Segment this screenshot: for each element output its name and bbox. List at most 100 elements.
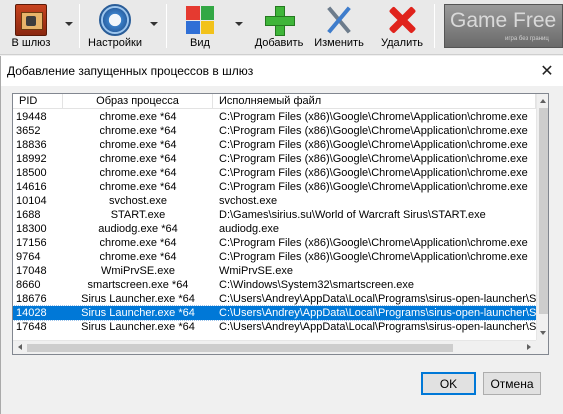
banner-subtitle: игра без границ	[505, 36, 549, 42]
cell-path: svchost.exe	[219, 195, 278, 207]
add-button[interactable]: Добавить	[253, 0, 305, 55]
cell-image: chrome.exe *64	[99, 181, 177, 193]
horizontal-scrollbar[interactable]	[13, 340, 536, 354]
table-row[interactable]: 18300 audiodg.exe *64 audiodg.exe	[13, 222, 536, 236]
cell-pid: 18300	[16, 223, 47, 235]
cell-pid: 9764	[16, 251, 41, 263]
edit-button[interactable]: Изменить	[312, 0, 366, 55]
cell-path: audiodg.exe	[219, 223, 279, 235]
settings-button-label: Настройки	[88, 37, 142, 49]
add-button-label: Добавить	[254, 37, 304, 49]
table-row[interactable]: 9764 chrome.exe *64 C:\Program Files (x86)…	[13, 250, 536, 264]
cell-image: START.exe	[110, 209, 166, 221]
delete-x-icon	[386, 4, 418, 36]
process-list[interactable]: PID Образ процесса Исполняемый файл 1944…	[12, 93, 549, 355]
scrollbar-corner	[536, 340, 548, 354]
horizontal-scroll-thumb[interactable]	[27, 344, 453, 352]
cell-pid: 19448	[16, 111, 47, 123]
cell-pid: 18836	[16, 139, 47, 151]
cell-image: Sirus Launcher.exe *64	[81, 307, 195, 319]
settings-gear-icon	[99, 4, 131, 36]
table-row[interactable]: 17648 Sirus Launcher.exe *64 C:\Users\Andr…	[13, 320, 536, 334]
cell-path: D:\Games\sirius.su\World of Warcraft Sir…	[219, 209, 486, 221]
dialog-title: Добавление запущенных процессов в шлюз	[7, 64, 254, 78]
cell-image: chrome.exe *64	[99, 237, 177, 249]
cell-image: chrome.exe *64	[99, 139, 177, 151]
column-header-pid[interactable]: PID	[13, 94, 63, 109]
cell-pid: 18500	[16, 167, 47, 179]
vertical-scroll-thumb[interactable]	[539, 108, 548, 314]
close-icon[interactable]: ✕	[534, 59, 560, 83]
cell-path: C:\Users\Andrey\AppData\Local\Programs\s…	[219, 293, 536, 305]
cell-image: audiodg.exe *64	[98, 223, 178, 235]
cell-image: Sirus Launcher.exe *64	[81, 321, 195, 333]
scroll-right-arrow-icon[interactable]	[527, 344, 531, 350]
edit-button-label: Изменить	[314, 37, 364, 49]
cell-path: C:\Program Files (x86)\Google\Chrome\App…	[219, 153, 528, 165]
cell-path: C:\Users\Andrey\AppData\Local\Programs\s…	[219, 321, 536, 333]
gateway-button[interactable]: В шлюз	[6, 0, 56, 55]
view-button[interactable]: Вид	[180, 0, 220, 55]
add-plus-icon	[263, 4, 295, 36]
cell-path: C:\Program Files (x86)\Google\Chrome\App…	[219, 139, 528, 151]
view-tiles-icon	[184, 4, 216, 36]
scroll-left-arrow-icon[interactable]	[18, 344, 22, 350]
cell-pid: 14028	[16, 307, 47, 319]
vertical-scrollbar[interactable]	[536, 94, 548, 340]
dialog-titlebar[interactable]: Добавление запущенных процессов в шлюз ✕	[1, 56, 563, 86]
table-row[interactable]: 1688 START.exe D:\Games\sirius.su\World of…	[13, 208, 536, 222]
cell-path: C:\Program Files (x86)\Google\Chrome\App…	[219, 251, 528, 263]
add-processes-dialog: Добавление запущенных процессов в шлюз ✕…	[0, 56, 563, 414]
cell-path: C:\Windows\System32\smartscreen.exe	[219, 279, 415, 291]
game-free-banner[interactable]: Game Free игра без границ	[444, 4, 563, 48]
table-row[interactable]: 3652 chrome.exe *64 C:\Program Files (x86)…	[13, 124, 536, 138]
gateway-button-label: В шлюз	[11, 37, 51, 49]
toolbar-separator	[434, 4, 435, 48]
cell-image: chrome.exe *64	[99, 153, 177, 165]
cell-pid: 18676	[16, 293, 47, 305]
toolbar-separator	[166, 4, 167, 48]
cell-path: C:\Program Files (x86)\Google\Chrome\App…	[219, 181, 528, 193]
delete-button[interactable]: Удалить	[378, 0, 426, 55]
table-row[interactable]: 10104 svchost.exe svchost.exe	[13, 194, 536, 208]
settings-dropdown-arrow-icon[interactable]	[150, 22, 158, 26]
column-header-image[interactable]: Образ процесса	[63, 94, 213, 109]
cell-pid: 1688	[16, 209, 41, 221]
settings-button[interactable]: Настройки	[84, 0, 146, 55]
table-row[interactable]: 18500 chrome.exe *64 C:\Program Files (x86…	[13, 166, 536, 180]
cell-image: chrome.exe *64	[99, 251, 177, 263]
table-row[interactable]: 18992 chrome.exe *64 C:\Program Files (x86…	[13, 152, 536, 166]
cell-pid: 17648	[16, 321, 47, 333]
cell-path: C:\Program Files (x86)\Google\Chrome\App…	[219, 167, 528, 179]
cell-image: chrome.exe *64	[99, 111, 177, 123]
table-row[interactable]: 17156 chrome.exe *64 C:\Program Files (x86…	[13, 236, 536, 250]
cancel-button[interactable]: Отмена	[483, 372, 541, 395]
view-dropdown-arrow-icon[interactable]	[235, 22, 243, 26]
banner-title: Game Free	[450, 9, 557, 32]
scroll-down-arrow-icon[interactable]	[540, 331, 546, 335]
table-row[interactable]: 14616 chrome.exe *64 C:\Program Files (x86…	[13, 180, 536, 194]
scroll-up-arrow-icon[interactable]	[540, 99, 546, 103]
ok-button[interactable]: OK	[421, 372, 476, 395]
cell-image: svchost.exe	[108, 195, 168, 207]
table-row-selected[interactable]: 14028 Sirus Launcher.exe *64 C:\Users\Andr…	[13, 305, 537, 321]
view-button-label: Вид	[190, 37, 210, 49]
list-header: PID Образ процесса Исполняемый файл	[13, 94, 536, 109]
table-row[interactable]: 19448 chrome.exe *64 C:\Program Files (x86…	[13, 110, 536, 124]
cell-path: C:\Program Files (x86)\Google\Chrome\App…	[219, 125, 528, 137]
cell-pid: 17156	[16, 237, 47, 249]
gateway-dropdown-arrow-icon[interactable]	[65, 22, 73, 26]
cell-path: C:\Program Files (x86)\Google\Chrome\App…	[219, 237, 528, 249]
cell-pid: 10104	[16, 195, 47, 207]
column-header-path[interactable]: Исполняемый файл	[213, 94, 536, 109]
cell-image: smartscreen.exe *64	[87, 279, 189, 291]
table-row[interactable]: 8660 smartscreen.exe *64 C:\Windows\System…	[13, 278, 536, 292]
table-row[interactable]: 18676 Sirus Launcher.exe *64 C:\Users\Andr…	[13, 292, 536, 306]
cell-pid: 8660	[16, 279, 41, 291]
cell-image: WmiPrvSE.exe	[101, 265, 175, 277]
delete-button-label: Удалить	[381, 37, 423, 49]
table-row[interactable]: 17048 WmiPrvSE.exe WmiPrvSE.exe	[13, 264, 536, 278]
cell-pid: 14616	[16, 181, 47, 193]
cell-pid: 17048	[16, 265, 47, 277]
table-row[interactable]: 18836 chrome.exe *64 C:\Program Files (x86…	[13, 138, 536, 152]
